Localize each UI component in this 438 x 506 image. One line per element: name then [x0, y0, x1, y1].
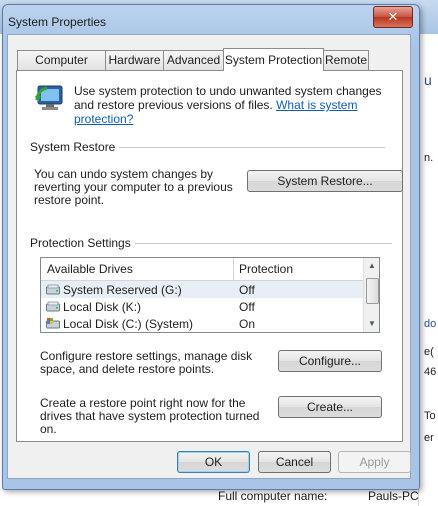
drive-row[interactable]: Local Disk (K:) Off — [41, 298, 363, 315]
background-text-fragment: u — [424, 72, 432, 88]
windows-drive-icon — [46, 318, 60, 329]
full-computer-name-value: Pauls-PC — [368, 489, 419, 503]
configure-button[interactable]: Configure... — [278, 350, 382, 372]
drives-list[interactable]: Available Drives Protection System Reser… — [40, 257, 380, 333]
background-text-fragment: To — [424, 410, 436, 422]
create-description: Create a restore point right now for the… — [40, 396, 260, 436]
hard-drive-icon — [46, 284, 60, 295]
system-restore-button[interactable]: System Restore... — [247, 170, 403, 192]
drive-name: Local Disk (K:) — [63, 300, 142, 314]
drive-protection-status: Off — [239, 283, 255, 297]
ok-button[interactable]: OK — [177, 451, 250, 473]
drive-name: System Reserved (G:) — [63, 283, 182, 297]
background-text-fragment: do — [424, 318, 437, 330]
drive-name: Local Disk (C:) (System) — [63, 317, 194, 331]
create-button[interactable]: Create... — [278, 396, 382, 418]
tab-computer-name[interactable]: Computer Name — [17, 50, 106, 86]
background-text-fragment: 46 — [424, 366, 437, 378]
cancel-button[interactable]: Cancel — [258, 451, 331, 473]
tab-advanced[interactable]: Advanced — [163, 50, 224, 70]
scroll-down-arrow-icon[interactable]: ▼ — [364, 316, 379, 332]
tab-hardware[interactable]: Hardware — [105, 50, 164, 70]
configure-description: Configure restore settings, manage disk … — [40, 349, 253, 376]
system-restore-heading: System Restore — [30, 140, 120, 154]
column-available-drives[interactable]: Available Drives — [41, 258, 133, 280]
drives-list-header: Available Drives Protection — [41, 258, 363, 281]
drives-list-scrollbar[interactable]: ▲ ▼ — [363, 258, 379, 332]
dialog-title: System Properties — [8, 15, 107, 29]
system-protection-icon — [35, 85, 63, 110]
intro-text-block: Use system protection to undo unwanted s… — [74, 84, 384, 126]
drive-row[interactable]: Local Disk (C:) (System) On — [41, 315, 363, 332]
apply-button[interactable]: Apply — [338, 451, 411, 473]
system-restore-description: You can undo system changes by reverting… — [34, 167, 233, 207]
column-protection[interactable]: Protection — [233, 258, 293, 280]
tab-system-protection[interactable]: System Protection — [223, 48, 324, 71]
drive-protection-status: Off — [239, 300, 255, 314]
background-text-fragment: e( — [424, 346, 434, 358]
scroll-up-arrow-icon[interactable]: ▲ — [364, 258, 379, 274]
drive-protection-status: On — [239, 317, 256, 331]
background-text-fragment: n. — [424, 152, 434, 164]
protection-settings-heading: Protection Settings — [30, 236, 135, 250]
close-button[interactable]: ✕ — [373, 6, 413, 28]
tab-remote[interactable]: Remote — [323, 50, 369, 70]
drive-row[interactable]: System Reserved (G:) Off — [41, 281, 363, 298]
hard-drive-icon — [46, 301, 60, 312]
background-text-fragment: er — [424, 432, 434, 444]
scroll-thumb[interactable] — [366, 278, 379, 304]
full-computer-name-label: Full computer name: — [218, 489, 328, 503]
